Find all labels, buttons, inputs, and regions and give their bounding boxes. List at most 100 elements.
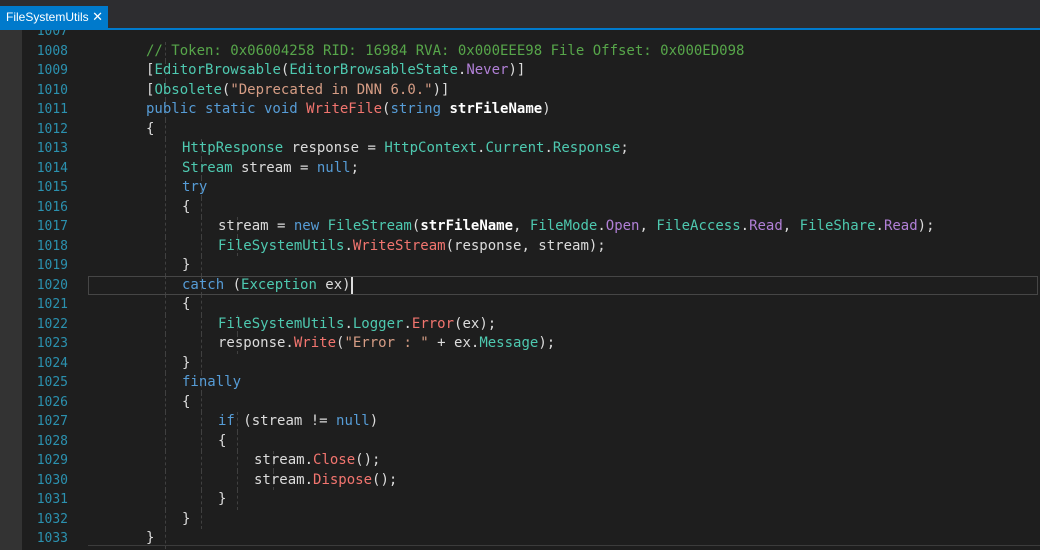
code-text: finally xyxy=(182,373,241,393)
code-token: FileMode xyxy=(529,218,598,234)
line-number: 1008 xyxy=(36,43,68,59)
code-token: // Token: 0x06004258 RID: 16984 RVA: 0x0… xyxy=(146,42,745,59)
code-text: response.Write("Error : " + ex.Message); xyxy=(218,334,555,354)
code-line[interactable]: 1009 [EditorBrowsable(EditorBrowsableStat… xyxy=(0,61,1040,81)
line-number: 1022 xyxy=(36,316,68,332)
code-text: stream.Close(); xyxy=(254,451,380,471)
code-token: (stream != xyxy=(243,413,337,429)
indent-guide xyxy=(237,431,238,451)
indent-guide xyxy=(165,373,166,393)
code-line[interactable]: 1018 FileSystemUtils.WriteStream(response… xyxy=(0,236,1040,256)
code-token: , xyxy=(513,218,530,234)
tab-filesystemutils[interactable]: FileSystemUtils ✕ xyxy=(0,6,108,28)
code-token: ); xyxy=(538,335,556,351)
indent-guide xyxy=(165,139,166,159)
line-number: 1029 xyxy=(36,453,68,468)
code-token: . xyxy=(344,315,353,332)
code-token: strFileName xyxy=(420,218,514,234)
code-token: stream. xyxy=(254,452,314,468)
indent-guide xyxy=(165,470,166,490)
code-token: FileShare xyxy=(799,218,876,234)
code-token: } xyxy=(146,530,155,546)
line-number: 1011 xyxy=(36,102,68,117)
code-token: . xyxy=(597,218,606,234)
code-token: Current xyxy=(485,140,545,156)
indent-guide xyxy=(201,431,202,451)
close-icon[interactable]: ✕ xyxy=(92,6,103,28)
code-token: stream = xyxy=(232,159,317,176)
code-token: Message xyxy=(479,335,539,351)
code-line[interactable]: 1029 stream.Close(); xyxy=(0,451,1040,471)
code-token: Never xyxy=(466,62,509,78)
code-token: null xyxy=(336,413,370,429)
code-token: ex) xyxy=(316,276,351,293)
code-line[interactable]: 1020 catch (Exception ex) xyxy=(0,275,1040,295)
code-token: { xyxy=(182,198,191,215)
code-token: } xyxy=(182,510,191,527)
line-number: 1009 xyxy=(36,63,68,78)
code-line[interactable]: 1008 // Token: 0x06004258 RID: 16984 RVA:… xyxy=(0,41,1040,61)
code-token: if xyxy=(218,413,244,429)
code-text: { xyxy=(218,432,226,452)
code-text: } xyxy=(218,490,226,510)
indent-guide xyxy=(201,412,202,432)
line-number: 1016 xyxy=(36,199,68,215)
code-line[interactable]: 1023 response.Write("Error : " + ex.Messa… xyxy=(0,334,1040,354)
code-token: WriteFile xyxy=(306,101,383,117)
code-token: WriteStream xyxy=(352,237,446,254)
code-line[interactable]: 1019} xyxy=(0,256,1040,276)
code-line[interactable]: 1024} xyxy=(0,353,1040,373)
code-editor[interactable]: 1007 1008 // Token: 0x06004258 RID: 16984 … xyxy=(0,30,1040,550)
code-line[interactable]: 1011 public static void WriteFile(string … xyxy=(0,100,1040,120)
code-line[interactable]: 1028 { xyxy=(0,431,1040,452)
indent-guide xyxy=(165,295,166,315)
code-line[interactable]: 1013 HttpResponse response = HttpContext.… xyxy=(0,139,1040,159)
code-token: Logger xyxy=(352,315,404,332)
line-number: 1015 xyxy=(36,180,68,195)
code-line[interactable]: 1030 stream.Dispose(); xyxy=(0,470,1040,490)
indent-guide xyxy=(165,412,166,432)
indent-guide xyxy=(165,431,166,451)
code-token: catch xyxy=(182,276,233,293)
indent-guide xyxy=(201,509,202,529)
code-text: HttpResponse response = HttpContext.Curr… xyxy=(182,139,629,159)
code-line[interactable]: 1012 { xyxy=(0,119,1040,139)
code-token: (); xyxy=(372,471,398,488)
indent-guide xyxy=(201,353,202,373)
line-number: 1030 xyxy=(36,472,68,488)
code-line[interactable]: 1027 if (stream != null) xyxy=(0,412,1040,432)
indent-guide xyxy=(165,197,166,217)
code-token: HttpContext xyxy=(384,140,478,156)
indent-guide xyxy=(165,451,166,471)
code-line[interactable]: 1026 { xyxy=(0,392,1040,412)
line-number: 1024 xyxy=(36,355,68,371)
line-number: 1014 xyxy=(36,160,68,176)
code-text: { xyxy=(182,198,190,218)
document-tab-bar: FileSystemUtils ✕ xyxy=(0,0,1040,30)
tab-title: FileSystemUtils xyxy=(6,10,89,24)
code-line[interactable]: 1021 { xyxy=(0,295,1040,315)
code-line[interactable]: 1014 Stream stream = null; xyxy=(0,158,1040,178)
code-line[interactable]: 1032} xyxy=(0,509,1040,529)
code-line[interactable]: 1016 { xyxy=(0,197,1040,218)
code-line[interactable]: 1031} xyxy=(0,490,1040,510)
line-number: 1026 xyxy=(36,394,68,410)
code-line[interactable]: 1007 xyxy=(0,30,1040,42)
code-text: public static void WriteFile(string strF… xyxy=(146,100,551,120)
indent-guide xyxy=(165,353,166,373)
indent-guide xyxy=(201,392,202,412)
line-number: 1017 xyxy=(36,219,68,234)
code-token: strFileName xyxy=(449,101,543,117)
line-number: 1031 xyxy=(36,492,68,507)
code-token: , xyxy=(782,218,800,234)
code-token: } xyxy=(182,257,191,273)
code-token: ; xyxy=(620,140,629,156)
code-line[interactable]: 1015 try xyxy=(0,178,1040,198)
code-line[interactable]: 1017 stream = new FileStream(strFileName,… xyxy=(0,217,1040,237)
code-line[interactable]: 1025 finally xyxy=(0,373,1040,393)
code-line[interactable]: 1010 [Obsolete("Deprecated in DNN 6.0.")] xyxy=(0,80,1040,100)
code-text: if (stream != null) xyxy=(218,412,378,432)
line-number: 1025 xyxy=(36,375,68,390)
indent-guide xyxy=(165,119,166,139)
code-line[interactable]: 1022 FileSystemUtils.Logger.Error(ex); xyxy=(0,314,1040,334)
